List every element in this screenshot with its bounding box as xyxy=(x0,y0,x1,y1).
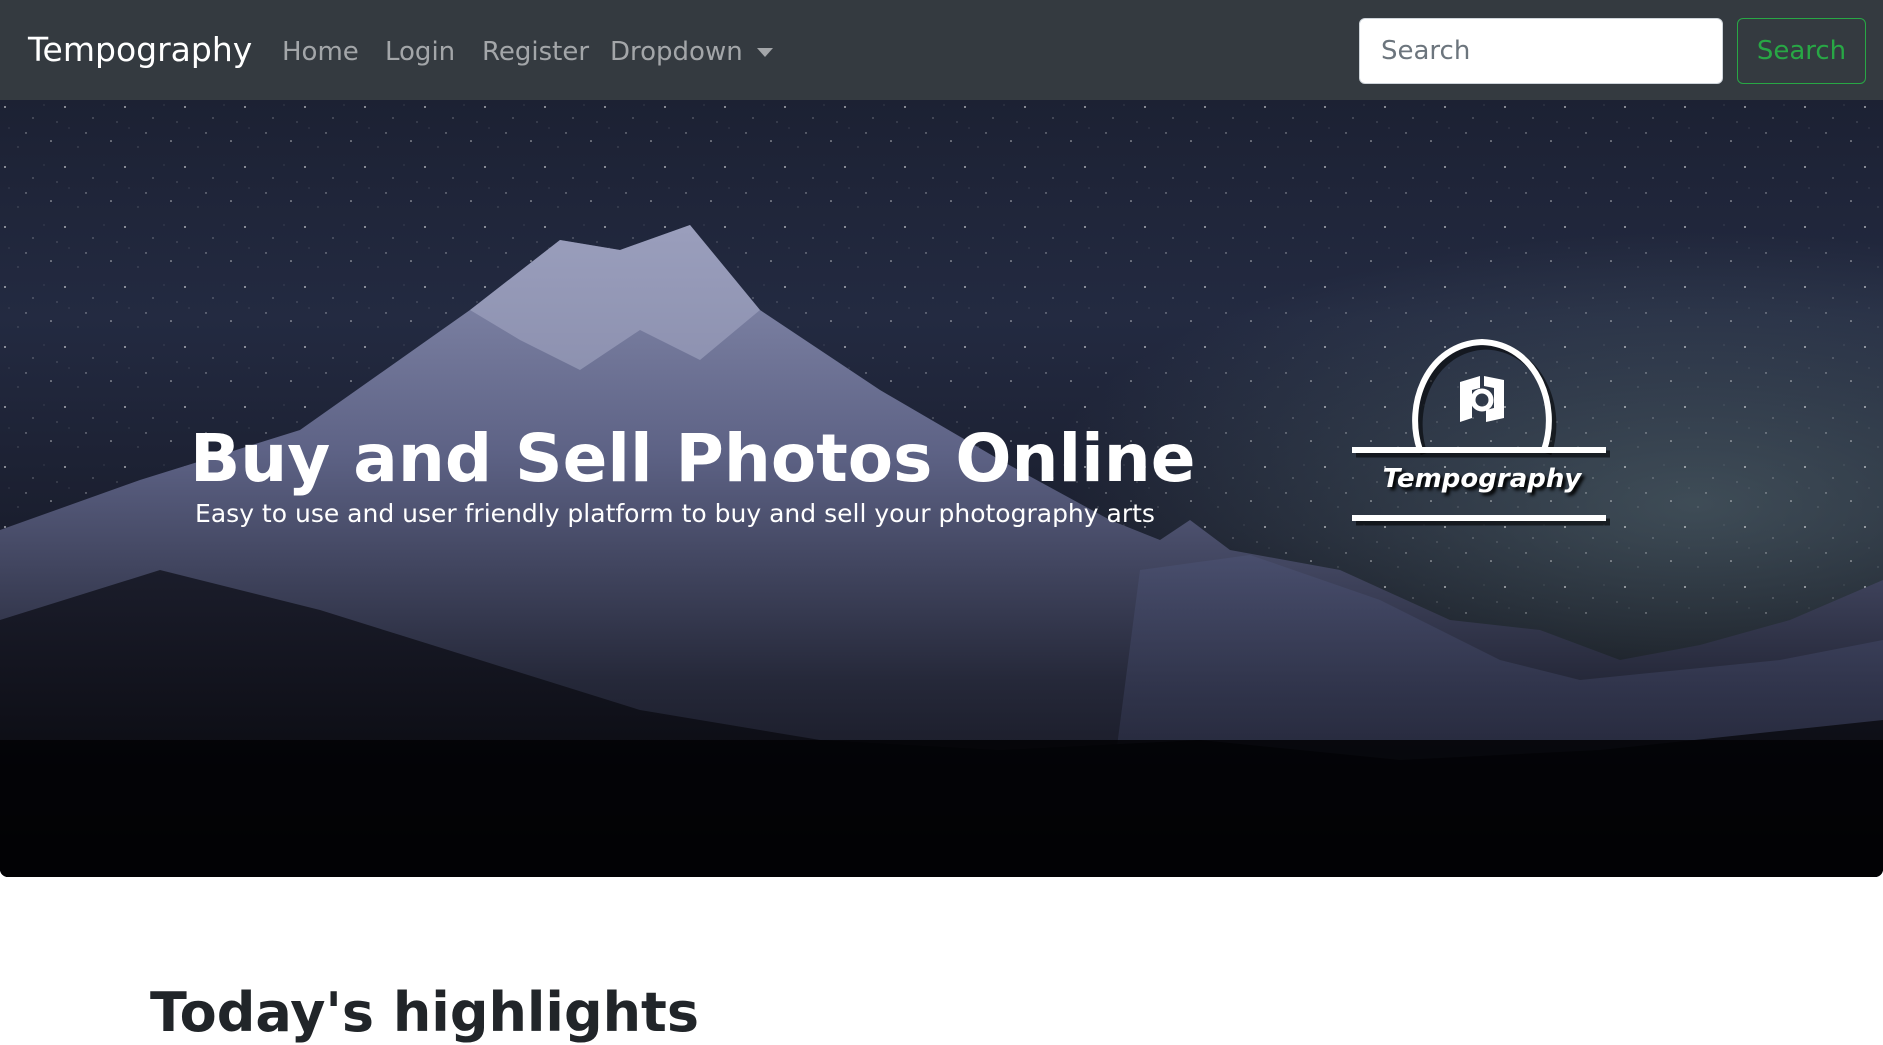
search-input[interactable] xyxy=(1359,18,1723,84)
hero-banner: Buy and Sell Photos Online Easy to use a… xyxy=(0,100,1883,877)
logo-wordmark: Tempography xyxy=(1382,464,1582,494)
search-button[interactable]: Search xyxy=(1737,18,1866,84)
nav-link-register[interactable]: Register xyxy=(482,35,589,69)
caret-down-icon xyxy=(756,48,773,57)
hero-subtitle: Easy to use and user friendly platform t… xyxy=(195,499,1155,528)
brand-link[interactable]: Tempography xyxy=(28,30,252,70)
nav-dropdown-label: Dropdown xyxy=(610,37,743,67)
nav-link-home[interactable]: Home xyxy=(282,35,359,69)
camera-logo-icon xyxy=(1352,338,1610,526)
nav-link-login[interactable]: Login xyxy=(385,35,455,69)
hero-title: Buy and Sell Photos Online xyxy=(190,420,1196,498)
section-heading: Today's highlights xyxy=(150,980,699,1044)
nav-dropdown-toggle[interactable]: Dropdown xyxy=(610,35,773,69)
navbar: Tempography Home Login Register Dropdown… xyxy=(0,0,1883,100)
